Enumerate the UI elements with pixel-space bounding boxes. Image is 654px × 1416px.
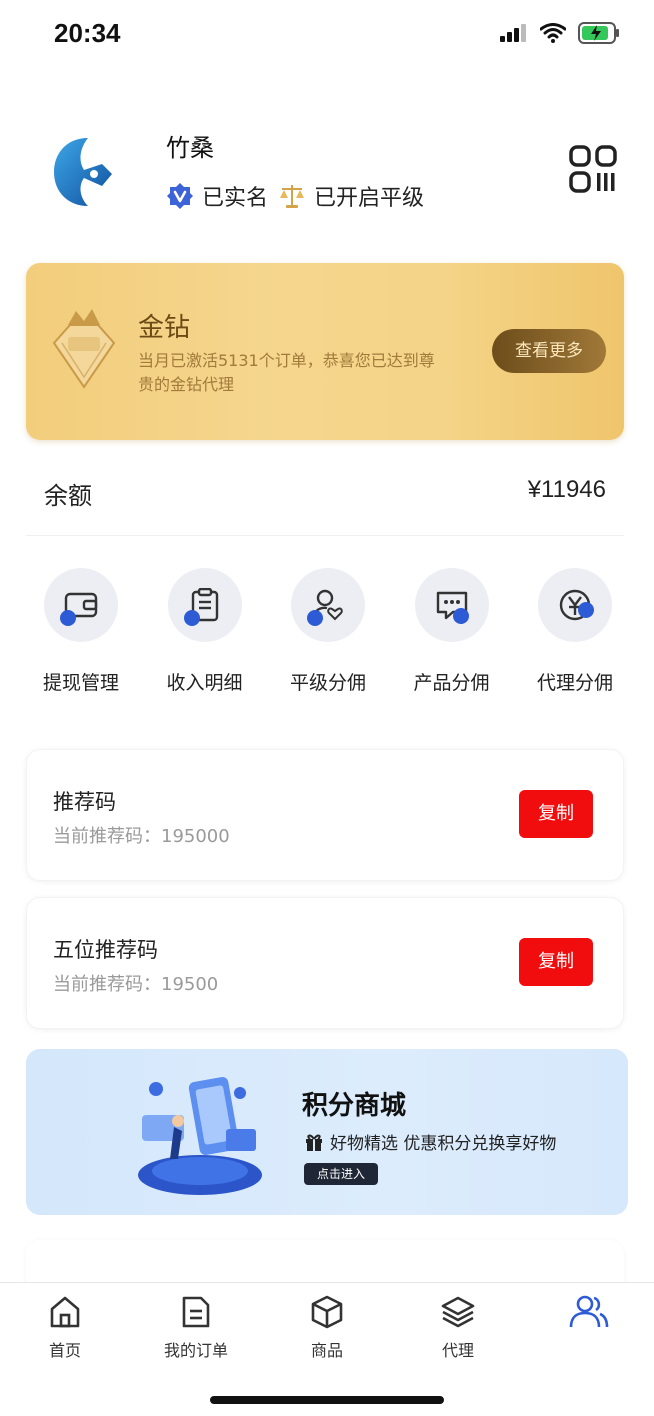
accent-dot xyxy=(183,610,200,626)
accent-dot xyxy=(452,608,469,624)
gold-title: 金钻 xyxy=(138,313,191,343)
quick-action-label: 收入明细 xyxy=(166,672,243,694)
layers-icon xyxy=(441,1296,475,1328)
quick-action-peer-commission[interactable]: 平级分佣 xyxy=(273,568,383,698)
balance-value: ¥11946 xyxy=(527,476,606,503)
verified-badge: 已实名 xyxy=(166,180,268,212)
tab-agent[interactable]: 代理 xyxy=(403,1295,513,1361)
diamond-icon xyxy=(52,309,116,389)
quick-icon-circle xyxy=(291,568,365,642)
badge-row: 已实名 已开启平级 xyxy=(166,180,424,212)
balance-row[interactable]: 余额 ¥11946 xyxy=(26,462,624,536)
copy-button[interactable]: 复制 xyxy=(519,790,593,838)
quick-action-withdraw[interactable]: 提现管理 xyxy=(26,568,136,698)
battery-icon xyxy=(578,22,619,44)
gold-level-card: 金钻 当月已激活5131个订单，恭喜您已达到尊贵的金钻代理 查看更多 xyxy=(26,263,624,440)
five-digit-referral-card: 五位推荐码 当前推荐码：19500 复制 xyxy=(26,897,624,1029)
referral-title: 推荐码 xyxy=(53,790,116,814)
tab-label: 商品 xyxy=(310,1341,343,1360)
gift-icon xyxy=(306,1134,322,1151)
quick-action-product-commission[interactable]: 产品分佣 xyxy=(397,568,507,698)
points-mall-banner[interactable]: 积分商城 好物精选 优惠积分兑换享好物 点击进入 xyxy=(26,1049,628,1215)
accent-dot xyxy=(578,602,594,618)
tab-mine[interactable] xyxy=(534,1295,644,1337)
status-bar: 20:34 xyxy=(0,0,654,72)
mall-description: 好物精选 优惠积分兑换享好物 xyxy=(330,1134,557,1154)
level-badge: 已开启平级 xyxy=(278,180,424,212)
level-label: 已开启平级 xyxy=(314,186,425,211)
verified-icon xyxy=(167,183,193,209)
status-time: 20:34 xyxy=(54,18,121,48)
tab-home[interactable]: 首页 xyxy=(10,1295,120,1361)
referral-title: 五位推荐码 xyxy=(53,938,158,962)
verified-label: 已实名 xyxy=(202,186,269,211)
profile-header: 竹桑 已实名 已开启平级 xyxy=(0,110,654,240)
quick-icon-circle xyxy=(44,568,118,642)
referral-subtitle: 当前推荐码：195000 xyxy=(53,826,230,847)
referral-code-card: 推荐码 当前推荐码：195000 复制 xyxy=(26,749,624,881)
status-icons xyxy=(500,22,620,44)
balance-label: 余额 xyxy=(44,482,92,510)
gold-description: 当月已激活5131个订单，恭喜您已达到尊贵的金钻代理 xyxy=(138,351,435,394)
mall-title: 积分商城 xyxy=(302,1091,407,1121)
signal-icon xyxy=(500,24,526,42)
quick-action-label: 平级分佣 xyxy=(289,672,366,694)
quick-icon-circle xyxy=(167,568,242,642)
tab-products[interactable]: 商品 xyxy=(272,1295,382,1361)
tab-label: 我的订单 xyxy=(163,1341,228,1360)
quick-icon-circle xyxy=(538,568,612,642)
enter-mall-button[interactable]: 点击进入 xyxy=(304,1163,378,1185)
accent-dot xyxy=(307,610,323,626)
quick-action-agent-commission[interactable]: 代理分佣 xyxy=(520,568,630,698)
tab-label: 代理 xyxy=(441,1341,474,1360)
quick-action-label: 产品分佣 xyxy=(413,672,490,694)
document-icon xyxy=(182,1296,210,1328)
quick-action-label: 代理分佣 xyxy=(536,672,613,694)
username: 竹桑 xyxy=(166,134,214,162)
view-more-button[interactable]: 查看更多 xyxy=(492,329,606,373)
tab-my-orders[interactable]: 我的订单 xyxy=(141,1295,251,1361)
home-indicator xyxy=(210,1396,444,1404)
box-icon xyxy=(311,1295,343,1329)
qr-code-icon[interactable] xyxy=(568,144,618,194)
quick-action-label: 提现管理 xyxy=(42,672,119,694)
scale-icon xyxy=(280,185,305,208)
mall-description-row: 好物精选 优惠积分兑换享好物 xyxy=(304,1129,556,1154)
avatar[interactable] xyxy=(50,134,116,210)
referral-subtitle: 当前推荐码：19500 xyxy=(53,974,219,995)
quick-action-income[interactable]: 收入明细 xyxy=(150,568,260,698)
home-icon xyxy=(50,1296,80,1328)
quick-icon-circle xyxy=(414,568,489,642)
wifi-icon xyxy=(540,23,566,43)
accent-dot xyxy=(60,610,76,626)
users-icon xyxy=(569,1295,609,1328)
quick-actions: 提现管理 收入明细 平级分佣 产品分佣 代理分佣 xyxy=(26,568,630,698)
phone-illustration xyxy=(138,1077,262,1195)
copy-button[interactable]: 复制 xyxy=(519,938,593,986)
tab-label: 首页 xyxy=(48,1341,81,1360)
